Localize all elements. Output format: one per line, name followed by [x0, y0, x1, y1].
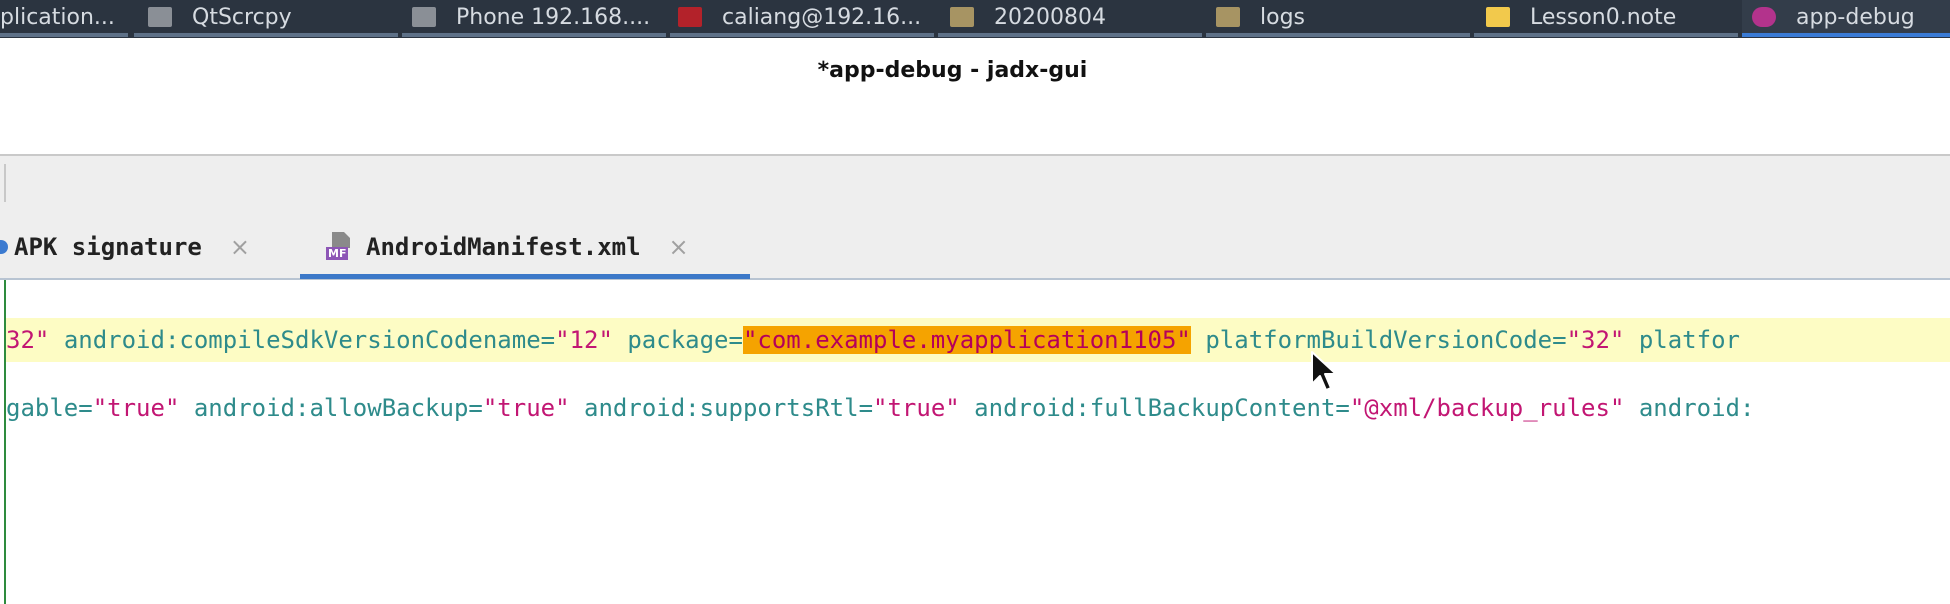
code-value: "true": [92, 394, 180, 422]
taskbar-item-label: 20200804: [994, 4, 1106, 30]
code-attribute: android:allowBackup: [193, 394, 469, 422]
code-value: "true": [873, 394, 960, 422]
taskbar-item-lesson-note[interactable]: Lesson0.note: [1476, 0, 1738, 34]
task-indicator: [670, 33, 934, 37]
taskbar: plication... QtScrcpy Phone 192.168.... …: [0, 0, 1950, 38]
close-icon[interactable]: ×: [230, 233, 250, 261]
taskbar-item-label: app-debug: [1796, 4, 1915, 30]
code-value: "true": [482, 394, 570, 422]
code-attribute: platformBuildVersionCode: [1205, 326, 1553, 354]
task-indicator: [0, 33, 128, 37]
code-attribute: gable: [6, 394, 79, 422]
task-indicator: [1206, 33, 1470, 37]
manifest-file-icon: MF: [326, 232, 354, 262]
folder-icon: [950, 7, 974, 27]
code-editor[interactable]: 32" android:compileSdkVersionCodename="1…: [0, 280, 1950, 604]
close-icon[interactable]: ×: [669, 233, 689, 261]
taskbar-item-label: QtScrcpy: [192, 4, 292, 30]
code-attribute: platfor: [1638, 326, 1740, 354]
terminal-icon: [678, 7, 702, 27]
tab-apk-signature[interactable]: APK signature ×: [0, 216, 250, 278]
task-indicator: [1474, 33, 1738, 37]
window-titlebar[interactable]: *app-debug - jadx-gui: [0, 38, 1950, 156]
manifest-file-label: MF: [326, 247, 349, 260]
taskbar-item-label: plication...: [0, 4, 115, 30]
code-attribute: android:fullBackupContent: [974, 394, 1336, 422]
taskbar-item-qtscrcpy[interactable]: QtScrcpy: [138, 0, 398, 34]
active-tab-indicator: [300, 274, 750, 279]
code-attribute: package: [627, 326, 729, 354]
taskbar-item-folder-logs[interactable]: logs: [1206, 0, 1468, 34]
window-icon: [148, 7, 172, 27]
code-value: "12": [555, 326, 613, 354]
editor-tabbar: APK signature × MF AndroidManifest.xml ×: [0, 216, 1950, 280]
task-indicator: [402, 33, 666, 37]
code-line[interactable]: gable="true" android:allowBackup="true" …: [6, 386, 1754, 430]
taskbar-item-label: Phone 192.168....: [456, 4, 651, 30]
folder-icon: [1216, 7, 1240, 27]
tab-android-manifest[interactable]: MF AndroidManifest.xml ×: [326, 216, 689, 278]
mouse-pointer-icon: [1311, 351, 1337, 391]
taskbar-item-phone[interactable]: Phone 192.168....: [402, 0, 664, 34]
task-indicator: [938, 33, 1202, 37]
window-title: *app-debug - jadx-gui: [817, 58, 1088, 83]
manifest-file-fold: [344, 232, 350, 238]
task-indicator-active: [1742, 33, 1950, 37]
signature-icon: [0, 240, 8, 254]
code-line[interactable]: 32" android:compileSdkVersionCodename="1…: [6, 318, 1950, 362]
task-indicator: [134, 33, 398, 37]
code-value: "32": [1566, 326, 1625, 354]
code-attribute: android:: [1638, 394, 1755, 422]
code-attribute: android:supportsRtl: [584, 394, 859, 422]
note-icon: [1486, 7, 1510, 27]
taskbar-item-application[interactable]: plication...: [0, 0, 128, 34]
taskbar-item-app-debug[interactable]: app-debug: [1742, 0, 1950, 34]
code-attribute: android:compileSdkVersionCodename: [63, 326, 541, 354]
taskbar-item-label: logs: [1260, 4, 1305, 30]
taskbar-item-folder-20200804[interactable]: 20200804: [940, 0, 1200, 34]
taskbar-item-label: Lesson0.note: [1530, 4, 1677, 30]
toolbar-grip[interactable]: [4, 164, 6, 202]
taskbar-item-label: caliang@192.16...: [722, 4, 922, 30]
code-value: "@xml/backup_rules": [1349, 394, 1625, 422]
tab-label: APK signature: [14, 233, 202, 261]
selected-text[interactable]: "com.example.myapplication1105": [742, 326, 1191, 354]
toolbar: [0, 156, 1950, 216]
window-icon: [412, 7, 436, 27]
jadx-icon: [1752, 7, 1776, 27]
taskbar-item-terminal[interactable]: caliang@192.16...: [668, 0, 930, 34]
tab-label: AndroidManifest.xml: [366, 233, 641, 261]
code-value: 32": [6, 326, 50, 354]
